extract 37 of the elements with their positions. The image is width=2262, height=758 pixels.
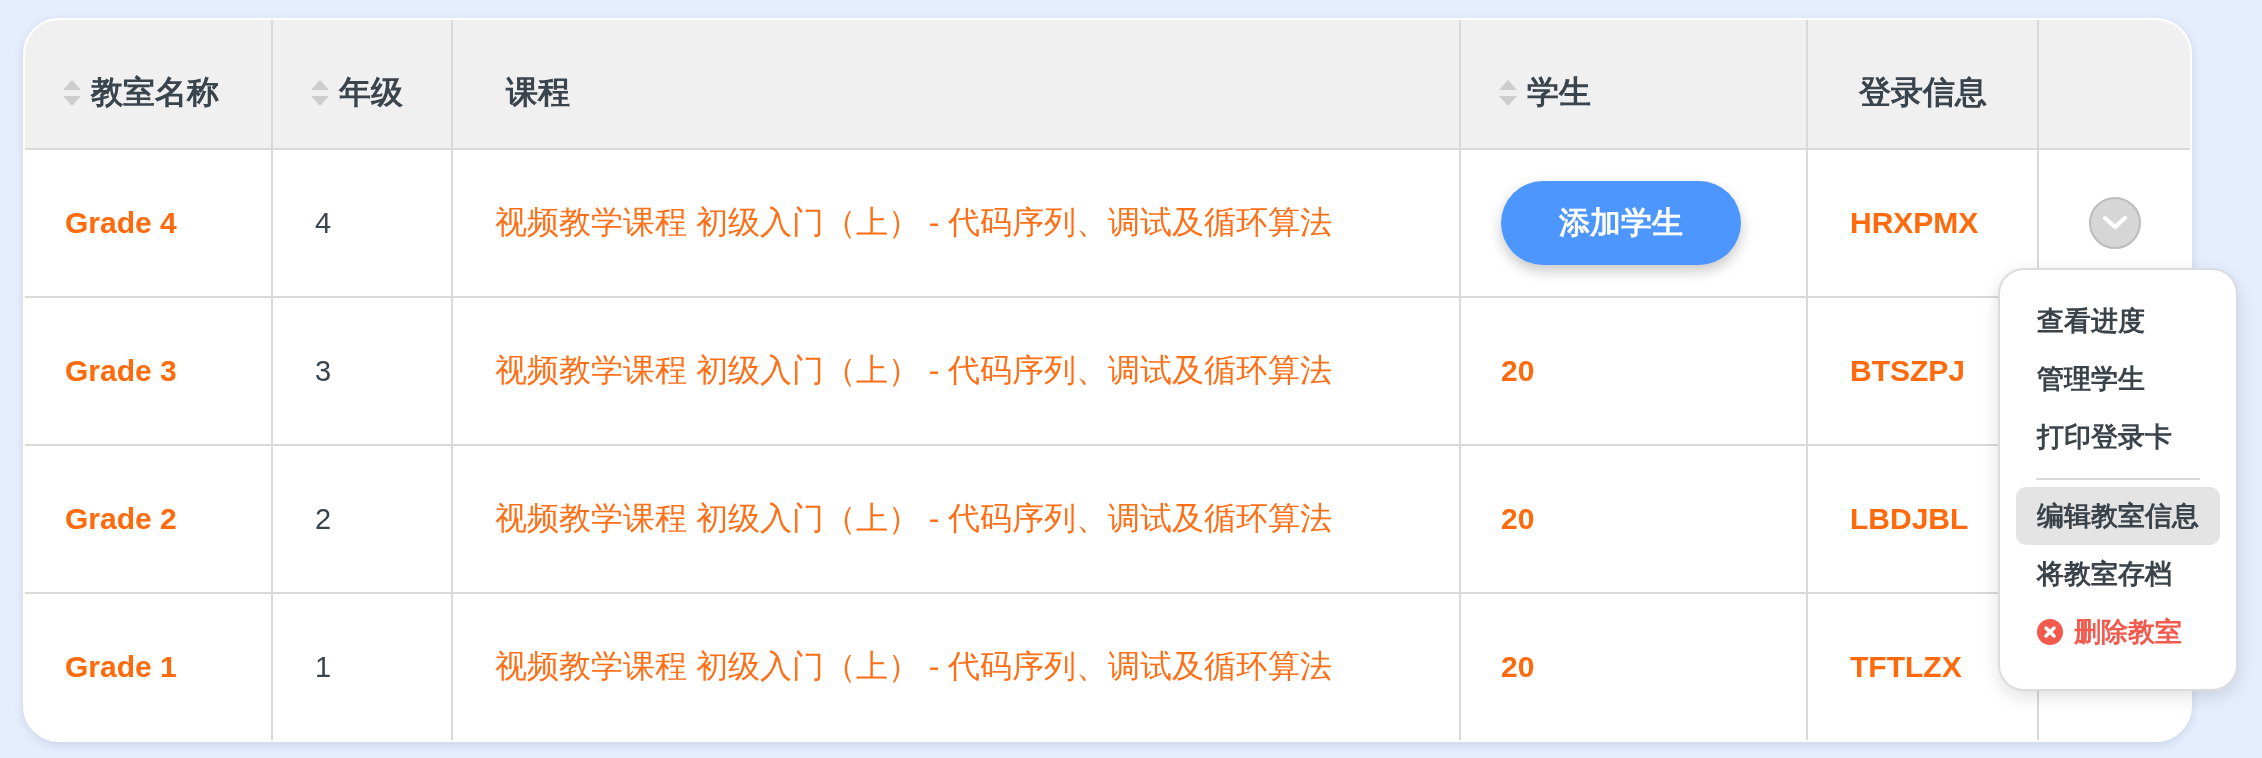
grade-text: 1	[315, 650, 332, 684]
column-title: 课程	[506, 73, 570, 112]
grade-text: 2	[315, 502, 332, 536]
classroom-name-link[interactable]: Grade 3	[65, 354, 177, 388]
login-code[interactable]: BTSZPJ	[1850, 354, 1966, 388]
classroom-name-link[interactable]: Grade 4	[65, 206, 177, 240]
column-title[interactable]: 学生	[1527, 71, 1591, 115]
classroom-name-link[interactable]: Grade 2	[65, 502, 177, 536]
course-link[interactable]: 视频教学课程 初级入门（上） - 代码序列、调试及循环算法	[495, 201, 1333, 245]
login-code[interactable]: TFTLZX	[1850, 650, 1962, 684]
student-count[interactable]: 20	[1501, 502, 1535, 536]
add-student-button[interactable]: 添加学生	[1501, 181, 1741, 265]
course-link[interactable]: 视频教学课程 初级入门（上） - 代码序列、调试及循环算法	[495, 645, 1333, 689]
classroom-name-link[interactable]: Grade 1	[65, 650, 177, 684]
student-count[interactable]: 20	[1501, 650, 1535, 684]
menu-item[interactable]: 编辑教室信息	[2016, 487, 2220, 545]
menu-item[interactable]: 将教室存档	[2016, 545, 2220, 603]
menu-item[interactable]: 打印登录卡	[2016, 408, 2220, 466]
delete-menu-item[interactable]: 删除教室	[2016, 603, 2220, 661]
column-title[interactable]: 教室名称	[91, 71, 219, 115]
course-link[interactable]: 视频教学课程 初级入门（上） - 代码序列、调试及循环算法	[495, 497, 1333, 541]
grade-text: 4	[315, 206, 332, 240]
menu-item[interactable]: 管理学生	[2016, 350, 2220, 408]
sort-icon[interactable]	[1499, 80, 1517, 106]
login-code[interactable]: LBDJBL	[1850, 502, 1969, 536]
student-count[interactable]: 20	[1501, 354, 1535, 388]
chevron-down-icon	[2101, 215, 2128, 231]
login-code[interactable]: HRXPMX	[1850, 206, 1979, 240]
course-link[interactable]: 视频教学课程 初级入门（上） - 代码序列、调试及循环算法	[495, 349, 1333, 393]
menu-item[interactable]: 查看进度	[2016, 292, 2220, 350]
grade-text: 3	[315, 354, 332, 388]
x-circle-icon	[2037, 619, 2063, 645]
sort-icon[interactable]	[63, 80, 81, 106]
column-title: 登录信息	[1858, 73, 1987, 112]
sort-icon[interactable]	[311, 80, 329, 106]
dropdown-toggle[interactable]	[2088, 197, 2141, 249]
column-title[interactable]: 年级	[339, 71, 403, 115]
